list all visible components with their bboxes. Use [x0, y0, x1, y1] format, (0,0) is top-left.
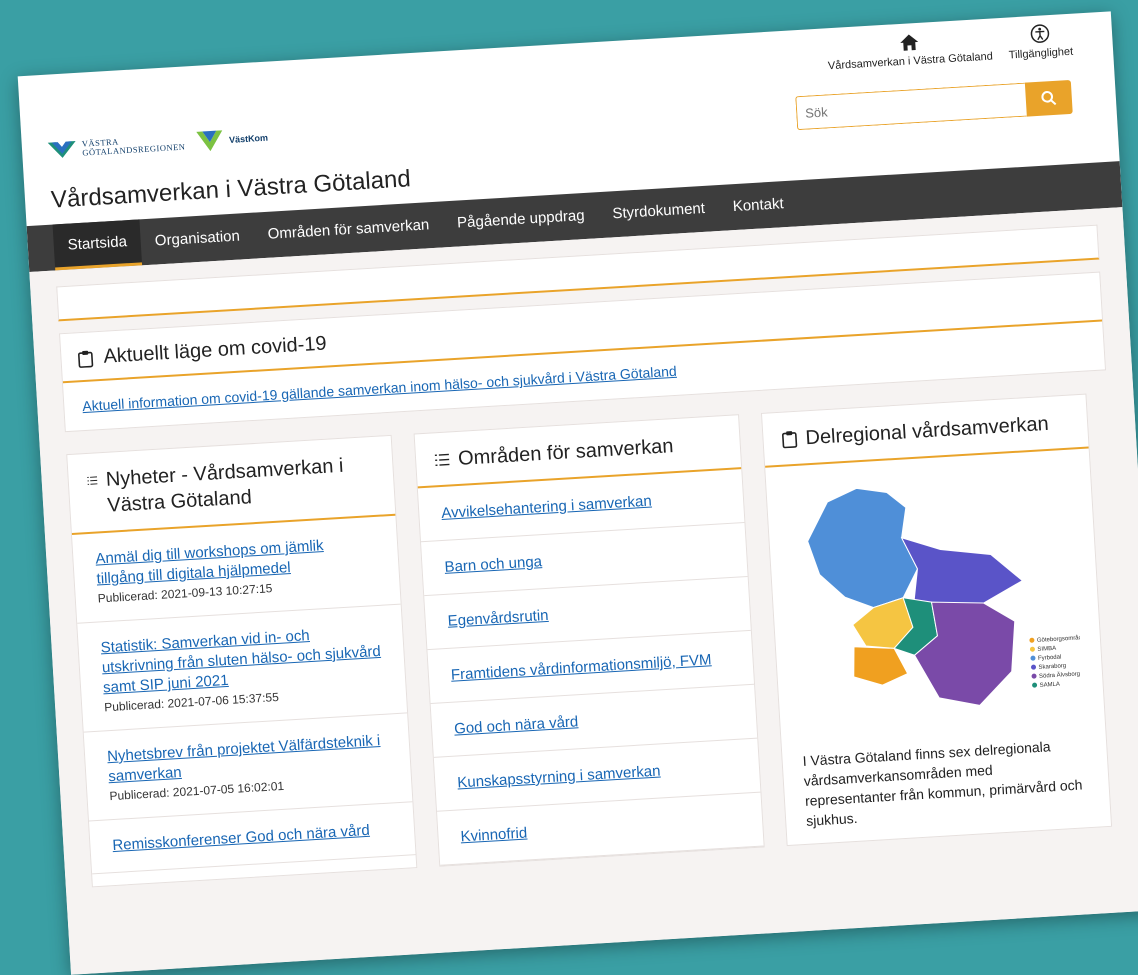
- nav-item-startsida[interactable]: Startsida: [52, 219, 143, 271]
- svg-text:Skaraborg: Skaraborg: [1038, 663, 1066, 671]
- nav-item-kontakt[interactable]: Kontakt: [718, 180, 799, 231]
- areas-panel-title: Områden för samverkan: [457, 435, 675, 470]
- accessibility-icon: [1030, 24, 1049, 43]
- nav-item-styrdokument[interactable]: Styrdokument: [597, 185, 720, 238]
- clipboard-icon: [782, 431, 798, 449]
- region-map-image: Göteborgsområdet SIMBA Fyrbodal Skarabor…: [807, 487, 1087, 706]
- svg-text:Göteborgsområdet: Göteborgsområdet: [1037, 634, 1085, 644]
- region-map[interactable]: Göteborgsområdet SIMBA Fyrbodal Skarabor…: [765, 449, 1105, 749]
- content-columns: Nyheter - Vårdsamverkan i Västra Götalan…: [66, 392, 1133, 888]
- covid-panel-title: Aktuellt läge om covid-19: [102, 332, 328, 368]
- news-panel-title: Nyheter - Vårdsamverkan i Västra Götalan…: [105, 454, 344, 517]
- main-content: Aktuellt läge om covid-19 Aktuell inform…: [29, 207, 1138, 975]
- home-link[interactable]: Vårdsamverkan i Västra Götaland: [826, 29, 994, 73]
- area-link[interactable]: Avvikelsehantering i samverkan: [441, 493, 652, 522]
- home-link-label: Vårdsamverkan i Västra Götaland: [827, 50, 994, 73]
- svg-text:Södra Älvsborg: Södra Älvsborg: [1039, 670, 1080, 679]
- logo-row: VÄSTRA GÖTALANDSREGIONEN VästKom: [47, 126, 268, 163]
- vastkom-logo[interactable]: VästKom: [194, 126, 268, 154]
- news-item-link[interactable]: Remisskonferenser God och nära vård: [112, 820, 393, 857]
- area-link[interactable]: Kvinnofrid: [460, 824, 528, 845]
- regional-panel: Delregional vårdsamverkan Göteborgsområd…: [760, 393, 1113, 847]
- svg-text:Fyrbodal: Fyrbodal: [1038, 654, 1062, 661]
- vastkom-logo-text: VästKom: [228, 132, 269, 145]
- svg-text:SIMBA: SIMBA: [1037, 646, 1056, 653]
- clipboard-icon: [77, 350, 94, 368]
- area-link[interactable]: Kunskapsstyrning i samverkan: [457, 762, 661, 791]
- nav-item-organisation[interactable]: Organisation: [140, 213, 256, 266]
- accessibility-link-label: Tillgänglighet: [1008, 45, 1074, 62]
- regional-description: I Västra Götaland finns sex delregionala…: [802, 738, 1083, 829]
- vgregion-logo-mark: [47, 141, 76, 158]
- list-icon: [87, 476, 98, 485]
- vgregion-logo-text: VÄSTRA GÖTALANDSREGIONEN: [81, 136, 186, 158]
- svg-text:SAMLA: SAMLA: [1039, 682, 1060, 689]
- news-panel: Nyheter - Vårdsamverkan i Västra Götalan…: [66, 434, 418, 888]
- news-item: Statistik: Samverkan vid in- och utskriv…: [77, 604, 408, 733]
- vgregion-logo[interactable]: VÄSTRA GÖTALANDSREGIONEN: [47, 133, 186, 161]
- search-button[interactable]: [1024, 79, 1073, 117]
- regional-panel-title: Delregional vårdsamverkan: [804, 412, 1050, 450]
- areas-panel: Områden för samverkan Avvikelsehantering…: [413, 414, 765, 867]
- area-link[interactable]: God och nära vård: [454, 713, 579, 737]
- top-links: Vårdsamverkan i Västra Götaland Tillgäng…: [826, 22, 1073, 72]
- search-input[interactable]: [795, 82, 1027, 131]
- area-link[interactable]: Egenvårdsrutin: [447, 607, 549, 630]
- area-link[interactable]: Framtidens vårdinformationsmiljö, FVM: [450, 651, 711, 683]
- search-form: [795, 79, 1073, 131]
- home-icon: [900, 34, 919, 51]
- vastkom-logo-mark: [196, 130, 223, 152]
- browser-page: Vårdsamverkan i Västra Götaland Tillgäng…: [17, 11, 1138, 975]
- area-link[interactable]: Barn och unga: [444, 553, 542, 576]
- list-icon: [434, 453, 450, 466]
- search-icon: [1041, 91, 1057, 106]
- accessibility-link[interactable]: Tillgänglighet: [1007, 22, 1073, 62]
